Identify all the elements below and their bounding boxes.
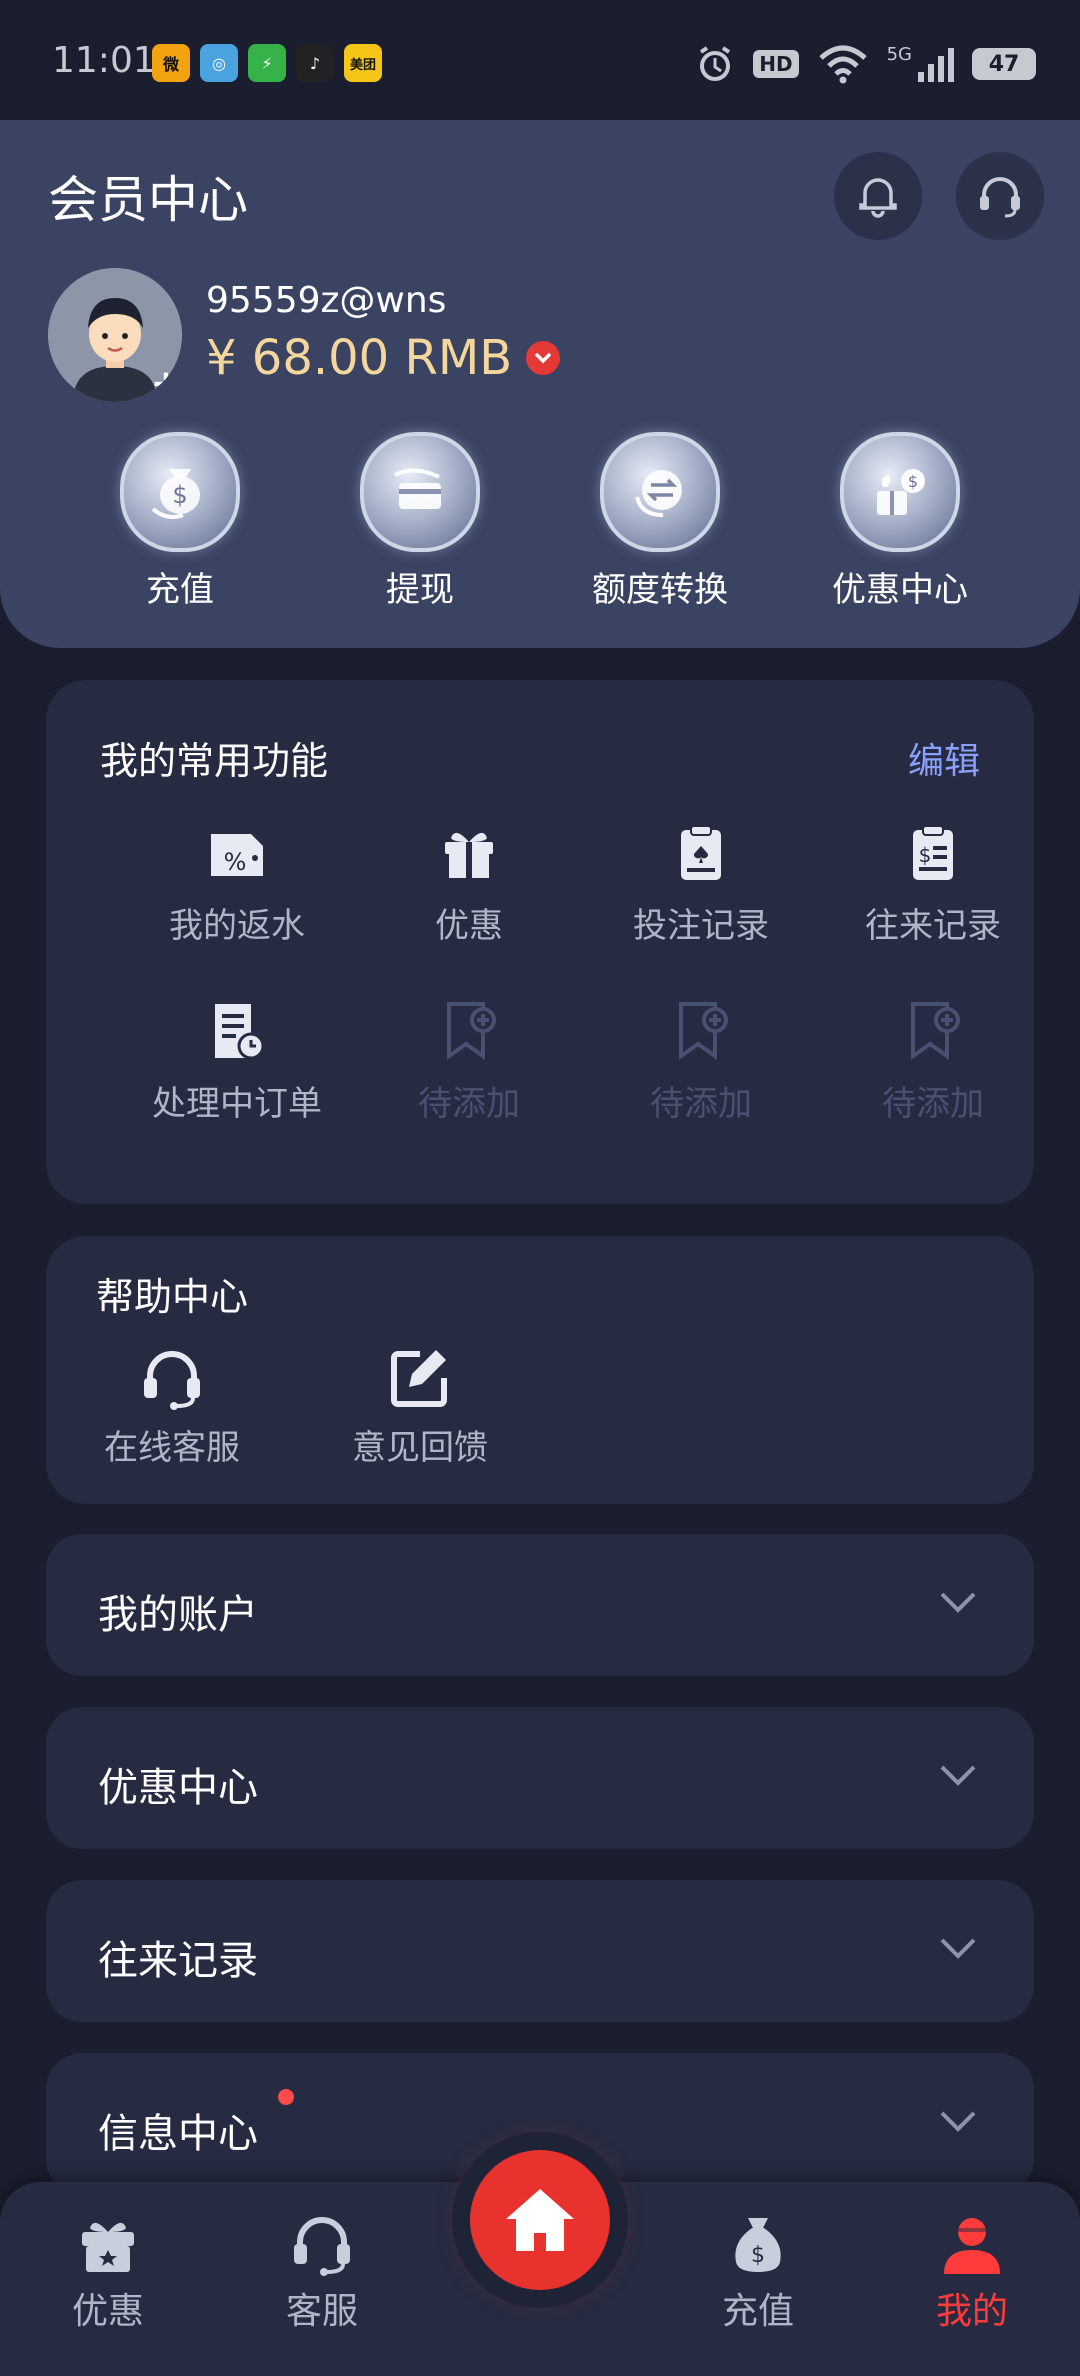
hd-badge: HD	[753, 50, 799, 78]
promo-gift-icon: $	[840, 432, 960, 552]
support-button[interactable]	[956, 152, 1044, 240]
tiktok-icon: ♪	[296, 44, 334, 82]
shield-app-icon: ⚡	[248, 44, 286, 82]
transfer-icon	[600, 432, 720, 552]
signal-icon	[918, 48, 954, 82]
notification-button[interactable]	[834, 152, 922, 240]
withdraw-button[interactable]: 提现	[300, 432, 540, 611]
status-bar: 11:01 微 ◎ ⚡ ♪ 美团 HD 5G 47	[0, 0, 1080, 120]
func-bet-record[interactable]: 投注记录	[586, 820, 816, 947]
money-bag-icon: $	[120, 432, 240, 552]
favorites-card: 我的常用功能 编辑 % 我的返水 优惠 投注记录 $ 往来记录 处理中订单 待添…	[46, 680, 1034, 1204]
func-pending-order[interactable]: 处理中订单	[122, 998, 352, 1125]
svg-text:$: $	[908, 472, 918, 491]
balance-display[interactable]: ¥ 68.00 RMB	[206, 330, 561, 386]
chevron-down-icon	[940, 2111, 976, 2132]
feedback-button[interactable]: 意见回馈	[330, 1344, 510, 1469]
status-app-icons: 微 ◎ ⚡ ♪ 美团	[152, 44, 382, 82]
alarm-icon	[700, 46, 731, 81]
weibo-icon: 微	[152, 44, 190, 82]
bookmark-add-icon	[437, 998, 501, 1062]
section-transaction-records[interactable]: 往来记录	[46, 1880, 1034, 2022]
avatar[interactable]: +	[48, 268, 182, 402]
quick-actions: $ 充值 提现 额度转换 $ 优惠中心	[60, 432, 1020, 611]
headset-icon	[980, 177, 1020, 218]
section-promo-center[interactable]: 优惠中心	[46, 1707, 1034, 1849]
member-header: 会员中心 + 95559z@wns ¥ 68.00 RMB $ 充值 提现 额度…	[0, 120, 1080, 648]
func-slot-empty[interactable]: 待添加	[818, 998, 1048, 1125]
chevron-down-icon	[940, 1938, 976, 1959]
network-type: 5G	[886, 44, 912, 65]
headset-icon	[294, 2217, 350, 2276]
home-icon	[506, 2189, 574, 2251]
svg-text:$: $	[751, 2243, 765, 2268]
gift-icon	[437, 820, 501, 884]
func-slot-empty[interactable]: 待添加	[586, 998, 816, 1125]
nav-promo[interactable]: 优惠	[28, 2212, 188, 2334]
headset-icon	[144, 1351, 200, 1410]
help-center-title: 帮助中心	[96, 1275, 249, 1319]
nav-mine[interactable]: 我的	[892, 2212, 1052, 2334]
nav-deposit[interactable]: $ 充值	[678, 2212, 838, 2334]
rebate-icon: %	[205, 820, 269, 884]
svg-text:%: %	[224, 848, 247, 876]
page-title: 会员中心	[48, 171, 248, 229]
bet-record-icon	[669, 820, 733, 884]
transfer-button[interactable]: 额度转换	[540, 432, 780, 611]
section-my-account[interactable]: 我的账户	[46, 1534, 1034, 1676]
battery-indicator: 47	[972, 48, 1036, 80]
online-support-button[interactable]: 在线客服	[82, 1344, 262, 1469]
chevron-down-icon	[940, 1592, 976, 1613]
unread-dot	[278, 2089, 294, 2105]
gift-icon	[82, 2222, 134, 2272]
func-promo[interactable]: 优惠	[354, 820, 584, 947]
chevron-down-icon[interactable]	[526, 341, 561, 375]
bottom-nav: 优惠 客服 $ 充值 我的	[0, 2150, 1080, 2376]
user-icon	[944, 2218, 1000, 2274]
edit-feedback-icon	[391, 1350, 447, 1407]
status-indicators: HD 5G 47	[695, 44, 1036, 84]
browser-icon: ◎	[200, 44, 238, 82]
withdraw-card-icon	[360, 432, 480, 552]
func-transaction-record[interactable]: $ 往来记录	[818, 820, 1048, 947]
status-time: 11:01	[52, 40, 156, 81]
edit-link[interactable]: 编辑	[908, 732, 980, 784]
money-bag-icon: $	[735, 2218, 781, 2272]
favorites-title: 我的常用功能	[100, 739, 329, 783]
promo-center-button[interactable]: $ 优惠中心	[780, 432, 1020, 611]
help-center-card: 帮助中心 在线客服 意见回馈	[46, 1236, 1034, 1504]
bookmark-add-icon	[669, 998, 733, 1062]
avatar-add-icon[interactable]: +	[148, 366, 182, 402]
deposit-button[interactable]: $ 充值	[60, 432, 300, 611]
func-rebate[interactable]: % 我的返水	[122, 820, 352, 947]
svg-text:$: $	[919, 843, 932, 867]
meituan-icon: 美团	[344, 44, 382, 82]
balance-amount: ¥ 68.00 RMB	[206, 330, 513, 386]
bell-icon	[859, 178, 897, 218]
nav-support[interactable]: 客服	[242, 2212, 402, 2334]
bookmark-add-icon	[901, 998, 965, 1062]
transaction-record-icon: $	[901, 820, 965, 884]
svg-text:$: $	[172, 481, 187, 509]
home-button[interactable]	[470, 2150, 610, 2290]
func-slot-empty[interactable]: 待添加	[354, 998, 584, 1125]
pending-order-icon	[205, 998, 269, 1062]
chevron-down-icon	[940, 1765, 976, 1786]
wifi-icon	[818, 45, 867, 84]
username: 95559z@wns	[206, 280, 447, 321]
